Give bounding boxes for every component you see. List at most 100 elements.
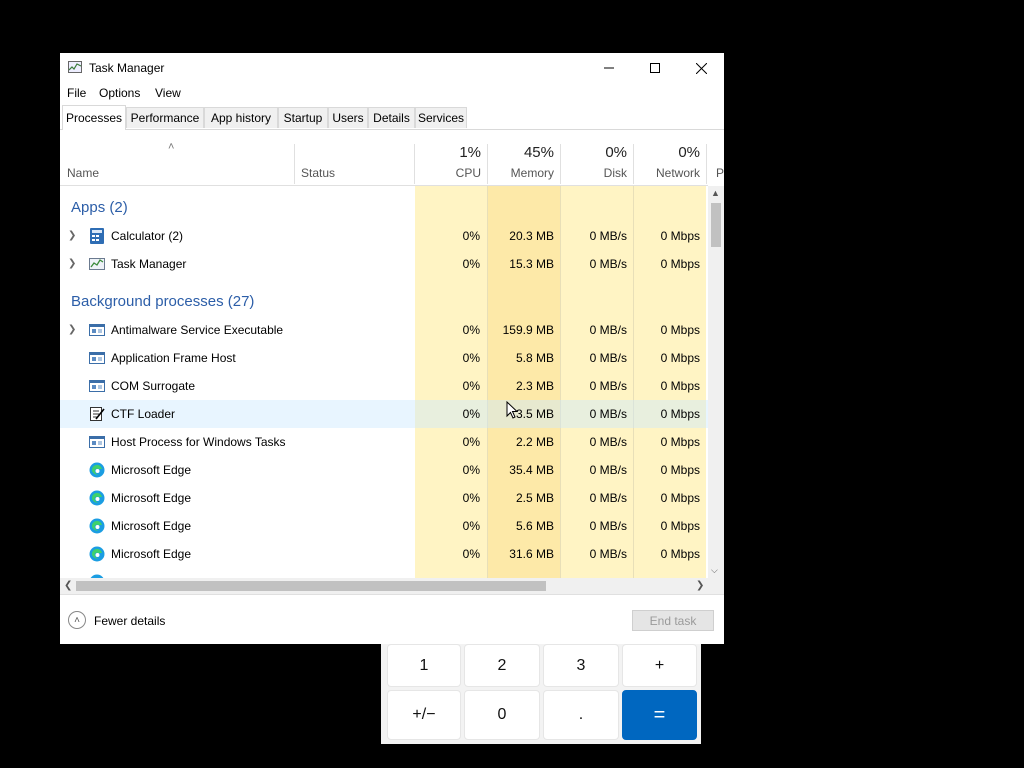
cpu-cell: 0% — [462, 229, 480, 243]
scroll-up-icon[interactable]: ▲ — [711, 188, 720, 198]
table-row[interactable]: Host Process for Windows Tasks 0% 2.2 MB… — [60, 428, 708, 456]
calc-key-plus[interactable]: + — [622, 644, 697, 687]
chevron-up-circle-icon[interactable]: ˄ — [68, 611, 86, 629]
tab-users[interactable]: Users — [328, 107, 368, 128]
edge-browser-icon — [89, 490, 105, 506]
network-cell: 0 Mbps — [660, 407, 700, 421]
col-divider — [294, 144, 295, 184]
disk-cell: 0 MB/s — [589, 379, 627, 393]
chevron-right-icon[interactable]: ❯ — [68, 258, 76, 269]
minimize-button[interactable] — [586, 53, 632, 83]
network-cell: 0 Mbps — [660, 351, 700, 365]
service-window-icon — [89, 324, 105, 336]
process-name: Host Process for Windows Tasks — [111, 435, 286, 449]
scroll-right-icon[interactable]: ❯ — [696, 580, 704, 591]
cpu-cell: 0% — [462, 351, 480, 365]
process-name: Microsoft Edge — [111, 519, 192, 533]
disk-cell: 0 MB/s — [589, 463, 627, 477]
tab-performance[interactable]: Performance — [126, 107, 204, 128]
group-header-background: Background processes (27) — [60, 286, 708, 320]
fewer-details-link[interactable]: Fewer details — [94, 614, 165, 628]
disk-cell: 0 MB/s — [589, 407, 627, 421]
memory-cell: 2.3 MB — [515, 379, 554, 393]
table-row[interactable]: Microsoft Edge 0% 35.4 MB 0 MB/s 0 Mbps — [60, 456, 708, 484]
col-network[interactable]: Network — [656, 166, 700, 180]
vertical-scroll-thumb[interactable] — [711, 203, 721, 247]
menu-file[interactable]: File — [67, 86, 86, 100]
horizontal-scroll-thumb[interactable] — [76, 581, 546, 591]
table-row[interactable]: CTF Loader 0% 3.5 MB 0 MB/s 0 Mbps — [60, 400, 708, 428]
close-button[interactable] — [678, 53, 724, 83]
memory-cell: 3.5 MB — [515, 407, 554, 421]
table-row[interactable] — [60, 568, 708, 578]
menu-options[interactable]: Options — [99, 86, 140, 100]
col-memory[interactable]: Memory — [511, 166, 554, 180]
calc-key-0[interactable]: 0 — [464, 690, 540, 740]
memory-cell: 5.6 MB — [515, 519, 554, 533]
col-status[interactable]: Status — [301, 166, 335, 180]
memory-cell: 159.9 MB — [502, 323, 554, 337]
cpu-cell: 0% — [462, 323, 480, 337]
process-name: Microsoft Edge — [111, 547, 192, 561]
calc-key-1[interactable]: 1 — [387, 644, 461, 687]
calc-key-2[interactable]: 2 — [464, 644, 540, 687]
cpu-cell: 0% — [462, 407, 480, 421]
table-row[interactable]: COM Surrogate 0% 2.3 MB 0 MB/s 0 Mbps — [60, 372, 708, 400]
table-row[interactable]: ❯ Calculator (2) 0% 20.3 MB 0 MB/s 0 Mbp… — [60, 222, 708, 250]
edge-browser-icon — [89, 518, 105, 534]
col-power-partial[interactable]: P — [716, 166, 724, 180]
footer: ˄ Fewer details End task — [60, 594, 724, 645]
end-task-button[interactable]: End task — [632, 610, 714, 631]
cpu-cell: 0% — [462, 257, 480, 271]
scroll-down-icon[interactable]: ⌵ — [711, 565, 718, 576]
process-list: Apps (2) ❯ Calculator (2) 0% 20.3 MB 0 M… — [60, 186, 708, 578]
table-row[interactable]: Microsoft Edge 0% 5.6 MB 0 MB/s 0 Mbps — [60, 512, 708, 540]
vertical-scrollbar[interactable]: ▲ ⌵ — [708, 186, 724, 578]
table-row[interactable]: ❯ Task Manager 0% 15.3 MB 0 MB/s 0 Mbps — [60, 250, 708, 278]
tab-processes[interactable]: Processes — [62, 105, 126, 130]
col-divider — [414, 144, 415, 184]
title-bar[interactable]: Task Manager — [60, 53, 724, 83]
group-header-apps: Apps (2) — [60, 192, 708, 226]
group-label: Background processes (27) — [71, 293, 255, 310]
table-row[interactable]: Microsoft Edge 0% 31.6 MB 0 MB/s 0 Mbps — [60, 540, 708, 568]
col-disk[interactable]: Disk — [604, 166, 627, 180]
memory-cell: 5.8 MB — [515, 351, 554, 365]
calc-key-decimal[interactable]: . — [543, 690, 619, 740]
cpu-cell: 0% — [462, 463, 480, 477]
menu-view[interactable]: View — [155, 86, 181, 100]
table-row[interactable]: Microsoft Edge 0% 2.5 MB 0 MB/s 0 Mbps — [60, 484, 708, 512]
table-row[interactable]: ❯ Antimalware Service Executable 0% 159.… — [60, 316, 708, 344]
chevron-right-icon[interactable]: ❯ — [68, 230, 76, 241]
process-name: CTF Loader — [111, 407, 176, 421]
chevron-right-icon[interactable]: ❯ — [68, 324, 76, 335]
col-cpu[interactable]: CPU — [456, 166, 481, 180]
col-divider — [706, 144, 707, 184]
cpu-cell: 0% — [462, 547, 480, 561]
network-cell: 0 Mbps — [660, 435, 700, 449]
calc-key-equals[interactable]: = — [622, 690, 697, 740]
network-cell: 0 Mbps — [660, 379, 700, 393]
disk-total: 0% — [605, 144, 627, 161]
sort-up-icon: ˄ — [168, 141, 175, 153]
horizontal-scrollbar[interactable]: ❮ ❯ — [60, 578, 708, 594]
table-row[interactable]: Application Frame Host 0% 5.8 MB 0 MB/s … — [60, 344, 708, 372]
window-title: Task Manager — [89, 61, 165, 75]
cpu-cell: 0% — [462, 435, 480, 449]
tab-details[interactable]: Details — [368, 107, 415, 128]
process-name: Application Frame Host — [111, 351, 236, 365]
calc-key-negate[interactable]: +/− — [387, 690, 461, 740]
scroll-left-icon[interactable]: ❮ — [64, 580, 72, 591]
maximize-button[interactable] — [632, 53, 678, 83]
tab-startup[interactable]: Startup — [278, 107, 328, 128]
close-icon — [695, 62, 707, 74]
memory-cell: 35.4 MB — [509, 463, 554, 477]
disk-cell: 0 MB/s — [589, 491, 627, 505]
tab-services[interactable]: Services — [415, 107, 467, 128]
calc-key-3[interactable]: 3 — [543, 644, 619, 687]
col-name[interactable]: Name — [67, 166, 99, 180]
memory-cell: 20.3 MB — [509, 229, 554, 243]
col-divider — [560, 144, 561, 184]
tab-app-history[interactable]: App history — [204, 107, 278, 128]
task-manager-window: Task Manager File Options View Processes… — [60, 53, 724, 644]
